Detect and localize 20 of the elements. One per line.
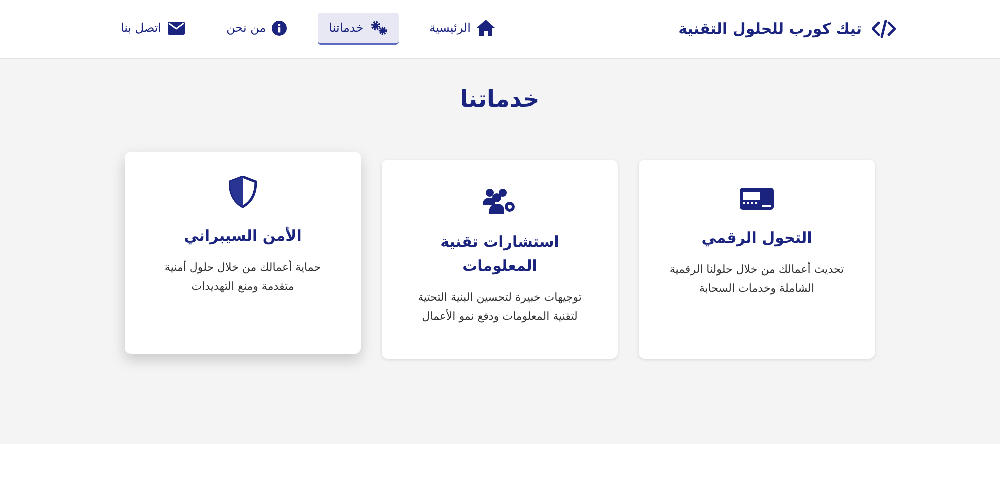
info-icon bbox=[272, 20, 288, 36]
gears-icon bbox=[370, 21, 388, 35]
card-title: استشارات تقنية المعلومات bbox=[440, 232, 560, 277]
shield-icon bbox=[229, 176, 257, 208]
mail-icon bbox=[168, 22, 185, 34]
card-title: الأمن السيبراني bbox=[184, 226, 302, 247]
nav-link[interactable]: اتصل بنا bbox=[110, 13, 196, 45]
section-title: خدماتنا bbox=[460, 87, 540, 113]
home-icon bbox=[476, 20, 495, 36]
card-title: التحول الرقمي bbox=[702, 228, 812, 249]
brand-name[interactable]: تيك كورب للحلول التقنية bbox=[678, 20, 862, 38]
nav-link[interactable]: خدماتنا bbox=[318, 13, 399, 45]
users-gear-icon bbox=[483, 188, 517, 214]
card-description: تحديث أعمالك من خلال حلولنا الرقمية الشاملة وخدمات السحابة bbox=[668, 261, 846, 298]
card-description: حماية أعمالك من خلال حلول أمنية متقدمة ومنع التهديدات bbox=[164, 259, 322, 296]
nav-link[interactable]: الرئيسية bbox=[418, 12, 506, 46]
code-icon bbox=[872, 20, 896, 38]
nav-link[interactable]: من نحن bbox=[216, 12, 298, 46]
card-description: توجيهات خبيرة لتحسين البنية التحتية لتقنية المعلومات ودفع نمو الأعمال bbox=[417, 290, 583, 326]
card-icon bbox=[740, 188, 774, 210]
